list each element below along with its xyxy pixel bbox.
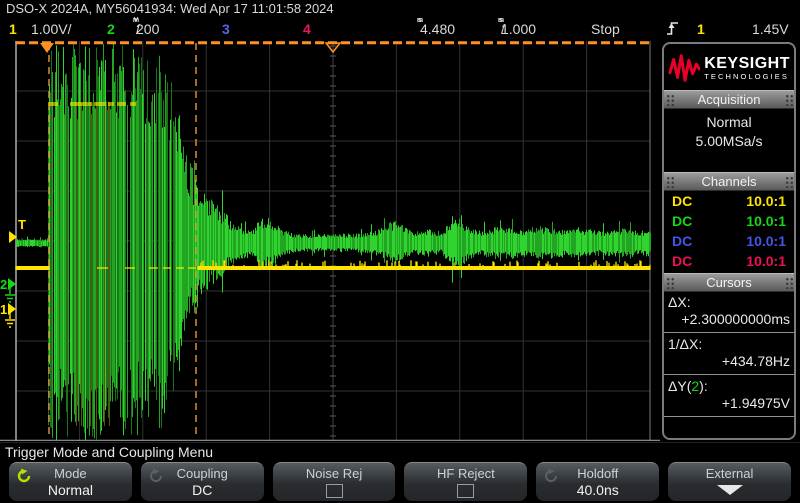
brand-name: KEYSIGHT [704, 55, 790, 72]
delta-x-value: +2.300000000ms [664, 311, 794, 330]
trigger-slope-icon [666, 20, 679, 43]
down-arrow-icon [717, 485, 743, 495]
svg-text:T: T [18, 217, 26, 232]
divider [664, 416, 794, 417]
trigger-level: 1.45V [752, 18, 789, 40]
noise-rej-checkbox[interactable] [326, 484, 343, 498]
softkey-coupling[interactable]: Coupling DC [141, 462, 264, 501]
scope-display: T 2 1 [0, 41, 660, 441]
delta-y-label: ΔY(2): [664, 376, 794, 395]
side-panel: KEYSIGHT TECHNOLOGIES Acquisition Normal… [662, 42, 796, 440]
softkey-mode[interactable]: Mode Normal [9, 462, 132, 501]
menu-title: Trigger Mode and Coupling Menu [0, 442, 800, 462]
keysight-logo: KEYSIGHT TECHNOLOGIES [664, 44, 794, 90]
delta-y-value: +1.94975V [664, 395, 794, 414]
svg-text:2: 2 [0, 277, 7, 292]
softkey-noise-rej[interactable]: Noise Rej [273, 462, 396, 501]
svg-text:1: 1 [0, 302, 7, 317]
rotate-knob-icon [16, 468, 32, 484]
grip-icon [784, 93, 793, 106]
divider [664, 332, 794, 333]
instrument-title: DSO-X 2024A, MY56041934: Wed Apr 17 11:0… [6, 1, 334, 16]
status-bar: 1 1.00V/ 2 200mV/ 3 4 4.480ms 1.000ms/ S… [0, 18, 800, 40]
sample-rate: 5.00MSa/s [664, 132, 794, 151]
divider [664, 374, 794, 375]
grip-icon [665, 276, 674, 289]
softkey-row: Mode Normal Coupling DC Noise Rej HF Rej… [0, 462, 800, 503]
grip-icon [784, 276, 793, 289]
ch1-ground-marker[interactable]: 1 [0, 302, 16, 327]
ch1-scale: 1.00V/ [31, 18, 71, 40]
inverse-delta-x-value: +434.78Hz [664, 353, 794, 372]
channel-row-4: DC10.0:1 [664, 251, 794, 271]
softkey-holdoff[interactable]: Holdoff 40.0ns [536, 462, 659, 501]
ch1-number: 1 [9, 18, 17, 40]
run-state: Stop [591, 18, 620, 40]
trigger-level-marker[interactable]: T [9, 217, 26, 243]
channel-row-1: DC10.0:1 [664, 191, 794, 211]
brand-sub: TECHNOLOGIES [704, 72, 790, 81]
waveform-area: T 2 1 [0, 41, 660, 441]
softkey-hf-reject[interactable]: HF Reject [404, 462, 527, 501]
softkey-external[interactable]: External [668, 462, 791, 501]
keysight-spark-icon [668, 51, 700, 85]
ch2-ground-marker[interactable]: 2 [0, 277, 16, 302]
ch3-number: 3 [222, 18, 230, 40]
grip-icon [665, 175, 674, 188]
rotate-knob-icon [543, 468, 559, 484]
grip-icon [665, 93, 674, 106]
channel-row-3: DC10.0:1 [664, 231, 794, 251]
trigger-source: 1 [697, 18, 705, 40]
delta-x-label: ΔX: [664, 292, 794, 311]
grip-icon [784, 175, 793, 188]
ch2-number: 2 [107, 18, 115, 40]
rotate-knob-icon [148, 468, 164, 484]
inverse-delta-x-label: 1/ΔX: [664, 334, 794, 353]
cursors-header: Cursors [664, 273, 794, 292]
hf-reject-checkbox[interactable] [457, 484, 474, 498]
channel-row-2: DC10.0:1 [664, 211, 794, 231]
channels-header: Channels [664, 172, 794, 191]
acquisition-header: Acquisition [664, 90, 794, 109]
title-bar: DSO-X 2024A, MY56041934: Wed Apr 17 11:0… [0, 0, 800, 18]
acquisition-mode: Normal [664, 113, 794, 132]
ch4-number: 4 [303, 18, 311, 40]
